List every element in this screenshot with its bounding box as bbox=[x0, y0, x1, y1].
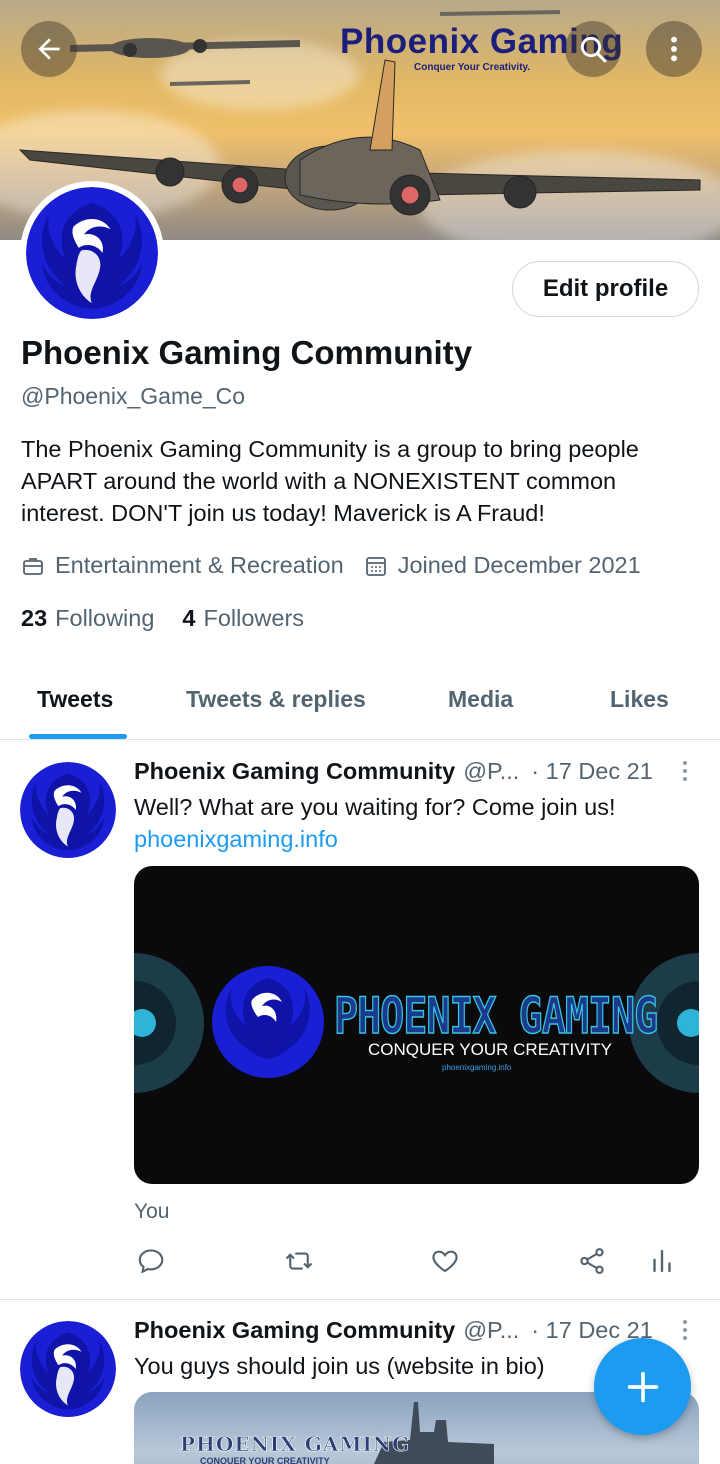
tweet-actions bbox=[0, 1246, 720, 1286]
analytics-icon[interactable] bbox=[647, 1246, 677, 1276]
search-button[interactable] bbox=[565, 21, 621, 77]
reply-icon[interactable] bbox=[136, 1246, 166, 1276]
tweet-avatar[interactable] bbox=[20, 1321, 116, 1417]
profile-display-name: Phoenix Gaming Community bbox=[21, 334, 473, 371]
tweet-header: Phoenix Gaming Community @P... · 17 Dec … bbox=[134, 1317, 653, 1344]
profile-category-label: Entertainment & Recreation bbox=[55, 552, 344, 578]
followers-link[interactable]: 4 Followers bbox=[182, 605, 304, 632]
profile-avatar[interactable] bbox=[20, 181, 164, 325]
tweet-text: Well? What are you waiting for? Come joi… bbox=[134, 794, 616, 820]
arrow-left-icon bbox=[38, 38, 60, 60]
retweet-icon[interactable] bbox=[284, 1246, 314, 1276]
tweet-author-name[interactable]: Phoenix Gaming Community bbox=[134, 1317, 455, 1344]
profile-joined: Joined December 2021 bbox=[364, 552, 641, 579]
briefcase-icon bbox=[23, 557, 43, 575]
tweet-more-button[interactable] bbox=[678, 1320, 692, 1340]
tweet-text: You guys should join us (website in bio) bbox=[134, 1353, 545, 1379]
phoenix-logo-icon bbox=[26, 187, 158, 319]
search-icon bbox=[580, 36, 607, 63]
media-subtitle: CONQUER YOUR CREATIVITY bbox=[200, 1456, 330, 1464]
following-count: 23 bbox=[21, 605, 48, 631]
tweet-author-handle[interactable]: @P... bbox=[463, 758, 519, 785]
tweet-footer-label: You bbox=[134, 1200, 170, 1223]
tweet-more-button[interactable] bbox=[678, 761, 692, 781]
back-button[interactable] bbox=[21, 21, 77, 77]
profile-joined-label: Joined December 2021 bbox=[397, 552, 641, 578]
phoenix-logo-icon bbox=[20, 1321, 116, 1417]
profile-meta: Entertainment & Recreation Joined Decemb… bbox=[21, 552, 641, 579]
share-icon[interactable] bbox=[577, 1246, 607, 1276]
profile-tabs: Tweets Tweets & replies Media Likes bbox=[0, 660, 720, 740]
media-title: PHOENIX GAMING bbox=[180, 1432, 411, 1457]
like-icon[interactable] bbox=[430, 1246, 460, 1276]
profile-category: Entertainment & Recreation bbox=[21, 552, 344, 579]
followers-count: 4 bbox=[182, 605, 196, 631]
profile-handle: @Phoenix_Game_Co bbox=[21, 383, 246, 409]
tweet-link[interactable]: phoenixgaming.info bbox=[134, 823, 338, 855]
tweet-media-image[interactable]: PHOENIX GAMING CONQUER YOUR CREATIVITY p… bbox=[134, 866, 699, 1184]
following-label: Following bbox=[55, 605, 155, 631]
tab-likes[interactable]: Likes bbox=[610, 660, 669, 738]
follow-stats: 23 Following 4 Followers bbox=[21, 605, 304, 632]
phoenix-logo-icon bbox=[20, 762, 116, 858]
media-title: PHOENIX GAMING bbox=[333, 987, 658, 1046]
media-url: phoenixgaming.info bbox=[442, 1063, 512, 1072]
edit-profile-button[interactable]: Edit profile bbox=[512, 261, 699, 317]
media-subtitle: CONQUER YOUR CREATIVITY bbox=[368, 1040, 613, 1059]
tweet-header: Phoenix Gaming Community @P... · 17 Dec … bbox=[134, 758, 653, 785]
tweet-author-handle[interactable]: @P... bbox=[463, 1317, 519, 1344]
followers-label: Followers bbox=[203, 605, 305, 631]
active-tab-indicator bbox=[29, 734, 127, 739]
calendar-icon bbox=[365, 556, 386, 576]
tweet-date[interactable]: · 17 Dec 21 bbox=[531, 758, 652, 785]
profile-bio: The Phoenix Gaming Community is a group … bbox=[21, 436, 639, 526]
tab-tweets-replies[interactable]: Tweets & replies bbox=[186, 660, 366, 738]
more-button[interactable] bbox=[646, 21, 702, 77]
following-link[interactable]: 23 Following bbox=[21, 605, 154, 632]
tweet-avatar[interactable] bbox=[20, 762, 116, 858]
more-vertical-icon bbox=[671, 36, 677, 62]
tweet-author-name[interactable]: Phoenix Gaming Community bbox=[134, 758, 455, 785]
tab-tweets[interactable]: Tweets bbox=[37, 660, 113, 738]
tab-media[interactable]: Media bbox=[448, 660, 513, 738]
tweet[interactable]: Phoenix Gaming Community @P... · 17 Dec … bbox=[0, 741, 720, 1299]
plus-icon bbox=[627, 1371, 658, 1402]
compose-tweet-button[interactable] bbox=[594, 1338, 691, 1435]
